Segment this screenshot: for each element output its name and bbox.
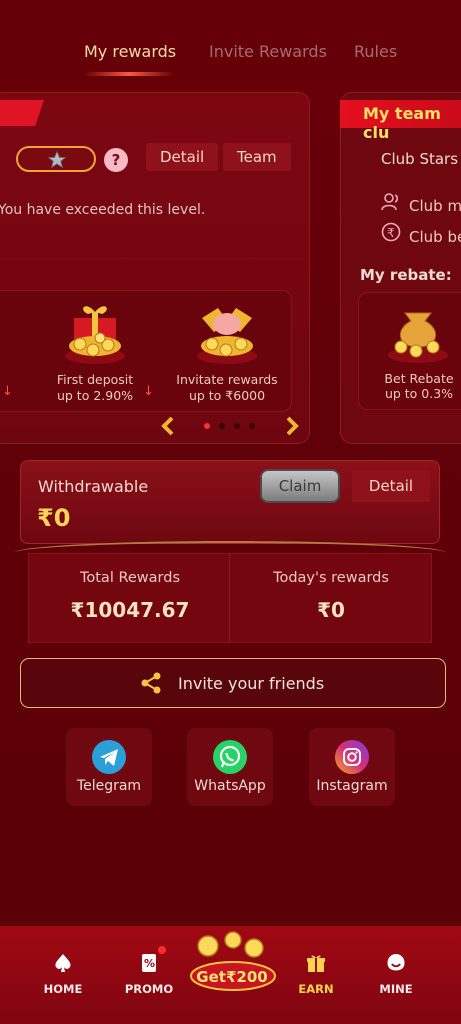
profile-icon — [387, 954, 405, 971]
club-bet-row: ₹ Club be — [381, 222, 461, 246]
tab-rules[interactable]: Rules — [354, 42, 397, 61]
club-members-text: Club me — [409, 197, 461, 215]
promo-icon: % — [142, 954, 156, 972]
share-icon — [141, 672, 161, 694]
spade-icon — [55, 954, 71, 972]
tab-invite-rewards[interactable]: Invite Rewards — [209, 42, 327, 61]
divider — [0, 258, 310, 259]
telegram-icon — [92, 740, 126, 774]
club-bet-text: Club be — [409, 228, 461, 246]
level-detail-button[interactable]: Detail — [146, 143, 219, 171]
promo-notification-dot — [158, 946, 166, 954]
today-rewards-label: Today's rewards — [273, 570, 389, 586]
nav-home-label: HOME — [43, 982, 83, 996]
money-bag-icon — [388, 312, 448, 363]
today-rewards-value: ₹0 — [317, 598, 345, 622]
club-members-row: Club me — [381, 193, 461, 215]
reward-label: First deposit — [56, 372, 134, 387]
svg-text:₹: ₹ — [387, 226, 395, 240]
reward-value: up to 2.90% — [56, 388, 134, 403]
nav-promo-label: PROMO — [124, 982, 174, 996]
nav-promo[interactable]: % PROMO — [114, 952, 184, 996]
instagram-label: Instagram — [316, 778, 388, 794]
nav-mine[interactable]: MINE — [361, 952, 431, 996]
bet-rebate-card[interactable]: Bet Rebate up to 0.3% — [358, 292, 461, 410]
share-whatsapp[interactable]: WhatsApp — [187, 728, 273, 806]
down-arrow-icon: ↓ — [143, 384, 154, 399]
reward-invite[interactable]: Invitate rewards up to ₹6000 — [172, 298, 282, 408]
reward-value: up to ₹6000 — [188, 388, 266, 403]
carousel-dot[interactable] — [204, 423, 210, 429]
carousel-dot[interactable] — [234, 423, 240, 429]
nav-earn[interactable]: EARN — [281, 952, 351, 996]
level-status-text: You have exceeded this level. — [0, 202, 206, 218]
handshake-coins-icon — [197, 308, 257, 364]
get-bonus-label[interactable]: Get₹200 — [192, 968, 272, 986]
star-icon — [47, 150, 67, 169]
whatsapp-icon — [213, 740, 247, 774]
gift-coins-icon — [65, 306, 125, 364]
share-telegram[interactable]: Telegram — [66, 728, 152, 806]
withdrawable-amount: ₹0 — [37, 504, 71, 532]
total-rewards-value: ₹10047.67 — [70, 598, 190, 622]
tab-my-rewards[interactable]: My rewards — [84, 42, 176, 61]
team-button[interactable]: Team — [223, 143, 291, 171]
active-tab-indicator — [84, 72, 174, 76]
gift-icon — [307, 955, 325, 972]
carousel-next-icon[interactable] — [284, 416, 300, 436]
help-icon[interactable]: ? — [104, 148, 128, 172]
claim-button[interactable]: Claim — [260, 469, 340, 503]
svg-text:%: % — [144, 957, 155, 970]
members-icon — [381, 193, 401, 215]
reward-label: Invitate rewards — [176, 372, 278, 387]
nav-earn-label: EARN — [298, 982, 334, 996]
down-arrow-icon: ↓ — [2, 384, 13, 399]
carousel-prev-icon[interactable] — [160, 416, 176, 436]
team-card-title: My team clu — [363, 104, 441, 142]
carousel-dot[interactable] — [219, 423, 225, 429]
top-tabs: My rewards Invite Rewards Rules — [0, 0, 461, 80]
instagram-icon — [335, 740, 369, 774]
nav-home[interactable]: HOME — [28, 952, 98, 996]
rewards-page: My rewards Invite Rewards Rules ? Detail… — [0, 0, 461, 1024]
whatsapp-label: WhatsApp — [194, 778, 266, 794]
withdraw-detail-button[interactable]: Detail — [352, 470, 430, 502]
level-star-badge — [16, 146, 96, 172]
bet-rebate-value: up to 0.3% — [384, 386, 454, 401]
share-instagram[interactable]: Instagram — [309, 728, 395, 806]
invite-friends-label: Invite your friends — [178, 674, 325, 693]
bet-rebate-label: Bet Rebate — [384, 371, 454, 386]
reward-first-deposit[interactable]: First deposit up to 2.90% — [40, 298, 150, 408]
rupee-circle-icon: ₹ — [381, 222, 401, 246]
total-rewards-label: Total Rewards — [79, 570, 181, 586]
nav-mine-label: MINE — [379, 982, 413, 996]
withdrawable-label: Withdrawable — [38, 477, 149, 496]
carousel-dot[interactable] — [249, 423, 255, 429]
telegram-label: Telegram — [76, 778, 142, 794]
club-stars-label: Club Stars — [381, 150, 459, 168]
my-rebate-label: My rebate: — [360, 266, 452, 284]
